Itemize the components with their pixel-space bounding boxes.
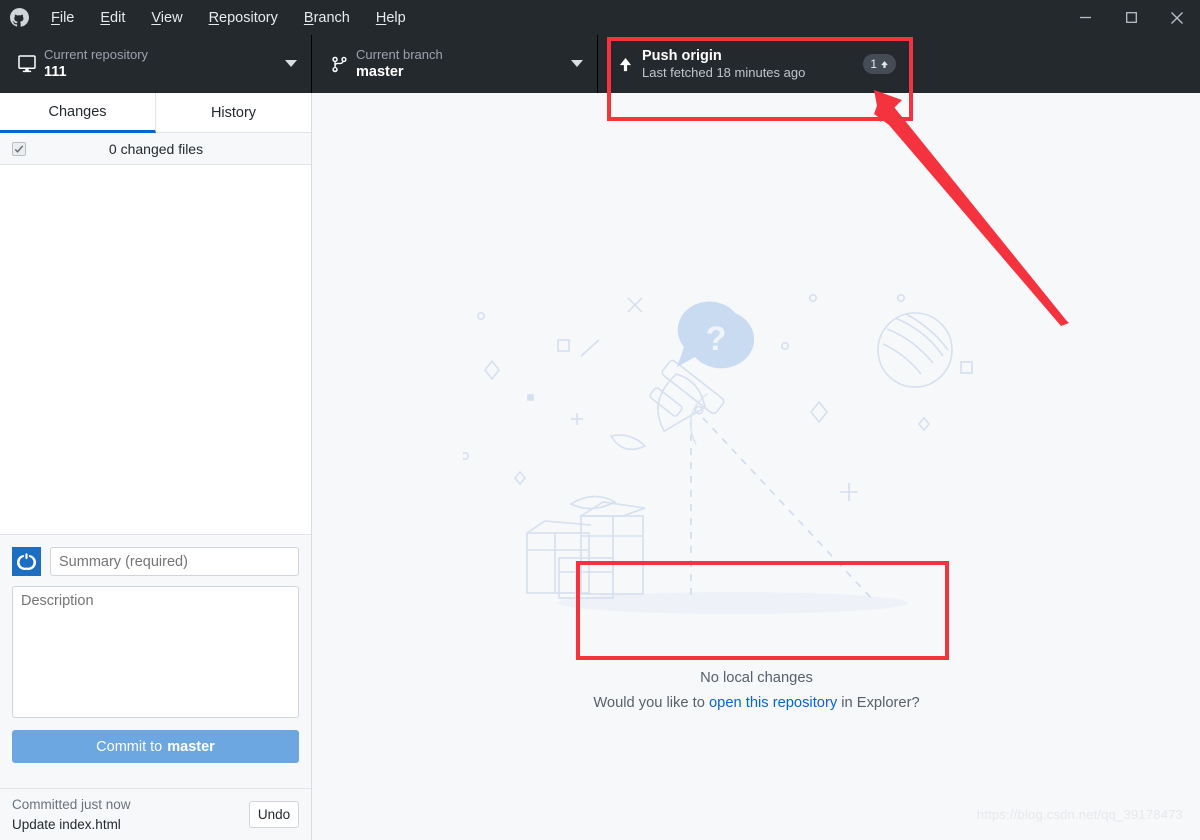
- menu-item-file[interactable]: File: [38, 0, 87, 35]
- commit-button-prefix: Commit to: [96, 738, 163, 755]
- menu-item-branch-rest: ranch: [313, 9, 350, 26]
- last-commit-status: Committed just now: [12, 796, 131, 812]
- menu-item-branch-mnemonic: B: [303, 9, 314, 26]
- last-commit-message: Update index.html: [12, 816, 121, 832]
- commit-to-branch-button[interactable]: Commit to master: [12, 730, 299, 763]
- toolbar: Current repository 111 Current branch ma…: [0, 35, 1200, 93]
- open-this-repository-link[interactable]: open this repository: [709, 695, 837, 711]
- arrow-up-icon: [608, 57, 642, 72]
- tab-history-label: History: [210, 104, 257, 121]
- no-local-changes-title: No local changes: [700, 670, 813, 686]
- current-branch-label: Current branch: [356, 46, 443, 62]
- chevron-down-icon: [285, 60, 297, 67]
- commit-summary-row: [12, 547, 299, 576]
- close-button[interactable]: [1154, 0, 1200, 35]
- last-commit-info: Committed just now Update index.html: [12, 795, 249, 834]
- menu-item-help[interactable]: Help: [363, 0, 419, 35]
- menu-item-edit-mnemonic: E: [100, 9, 111, 26]
- undo-button[interactable]: Undo: [249, 801, 299, 828]
- window-controls: [1062, 0, 1200, 35]
- commit-button-branch: master: [167, 738, 215, 755]
- menu-item-view[interactable]: View: [138, 0, 195, 35]
- menu-item-help-rest: elp: [386, 9, 406, 26]
- menu-item-edit-rest: dit: [110, 9, 126, 26]
- github-desktop-avatar-icon: [12, 547, 41, 576]
- changed-files-list[interactable]: [0, 165, 311, 534]
- git-branch-icon: [322, 55, 356, 74]
- tab-changes-label: Changes: [48, 103, 107, 120]
- desktop-monitor-icon: [10, 54, 44, 74]
- title-bar: File Edit View Repository Branch Help: [0, 0, 1200, 35]
- menu-item-help-mnemonic: H: [375, 9, 387, 26]
- undo-commit-bar: Committed just now Update index.html Und…: [0, 788, 311, 840]
- current-branch-button[interactable]: Current branch master: [312, 35, 598, 93]
- current-branch-value: master: [356, 64, 404, 81]
- ahead-count-value: 1: [870, 57, 877, 71]
- sidebar: Changes History 0 changed files Commit t…: [0, 93, 312, 840]
- menu-item-repository[interactable]: Repository: [196, 0, 291, 35]
- push-origin-button[interactable]: Push origin Last fetched 18 minutes ago …: [598, 35, 910, 93]
- arrow-up-small-icon: [881, 60, 888, 68]
- push-origin-subtitle: Last fetched 18 minutes ago: [642, 64, 806, 80]
- changes-header: 0 changed files: [0, 133, 311, 165]
- menu-item-repository-mnemonic: R: [208, 9, 220, 26]
- push-origin-title: Push origin: [642, 47, 722, 64]
- watermark-text: https://blog.csdn.net/qq_39178473: [976, 807, 1183, 822]
- no-local-changes-message: No local changes Would you like to open …: [313, 666, 1200, 717]
- current-repository-button[interactable]: Current repository 111: [0, 35, 312, 93]
- current-repository-label: Current repository: [44, 46, 149, 62]
- maximize-button[interactable]: [1108, 0, 1154, 35]
- svg-text:?: ?: [706, 320, 727, 358]
- no-local-changes-prefix: Would you like to: [593, 695, 709, 712]
- main-content: ? No local changes Would you like to ope…: [313, 93, 1200, 840]
- no-local-changes-suffix: in Explorer?: [841, 695, 920, 712]
- chevron-down-icon: [571, 60, 583, 67]
- tab-history[interactable]: History: [156, 93, 311, 132]
- sidebar-tabs: Changes History: [0, 93, 311, 133]
- menu-item-view-mnemonic: V: [151, 9, 161, 26]
- menu-item-branch[interactable]: Branch: [291, 0, 363, 35]
- tab-changes[interactable]: Changes: [0, 93, 156, 133]
- checkmark-icon: [14, 144, 24, 153]
- no-local-changes-subtitle: Would you like to open this repository i…: [313, 691, 1200, 716]
- ahead-count-badge: 1: [863, 54, 896, 74]
- menu-item-edit[interactable]: Edit: [87, 0, 138, 35]
- changed-files-count: 0 changed files: [108, 140, 204, 157]
- current-repository-value: 111: [44, 64, 67, 81]
- menu-item-file-rest: ile: [59, 9, 75, 26]
- commit-summary-input[interactable]: [50, 547, 299, 576]
- menu-item-view-rest: iew: [160, 9, 183, 26]
- menu-item-file-mnemonic: F: [51, 9, 60, 26]
- menu-item-repository-rest: epository: [219, 9, 278, 26]
- github-octocat-icon: [0, 0, 38, 35]
- select-all-files-checkbox[interactable]: [12, 141, 26, 156]
- commit-form: Commit to master: [0, 534, 311, 788]
- commit-description-input[interactable]: [12, 586, 299, 718]
- telescope-question-blankslate-illustration: ?: [313, 93, 1200, 673]
- minimize-button[interactable]: [1062, 0, 1108, 35]
